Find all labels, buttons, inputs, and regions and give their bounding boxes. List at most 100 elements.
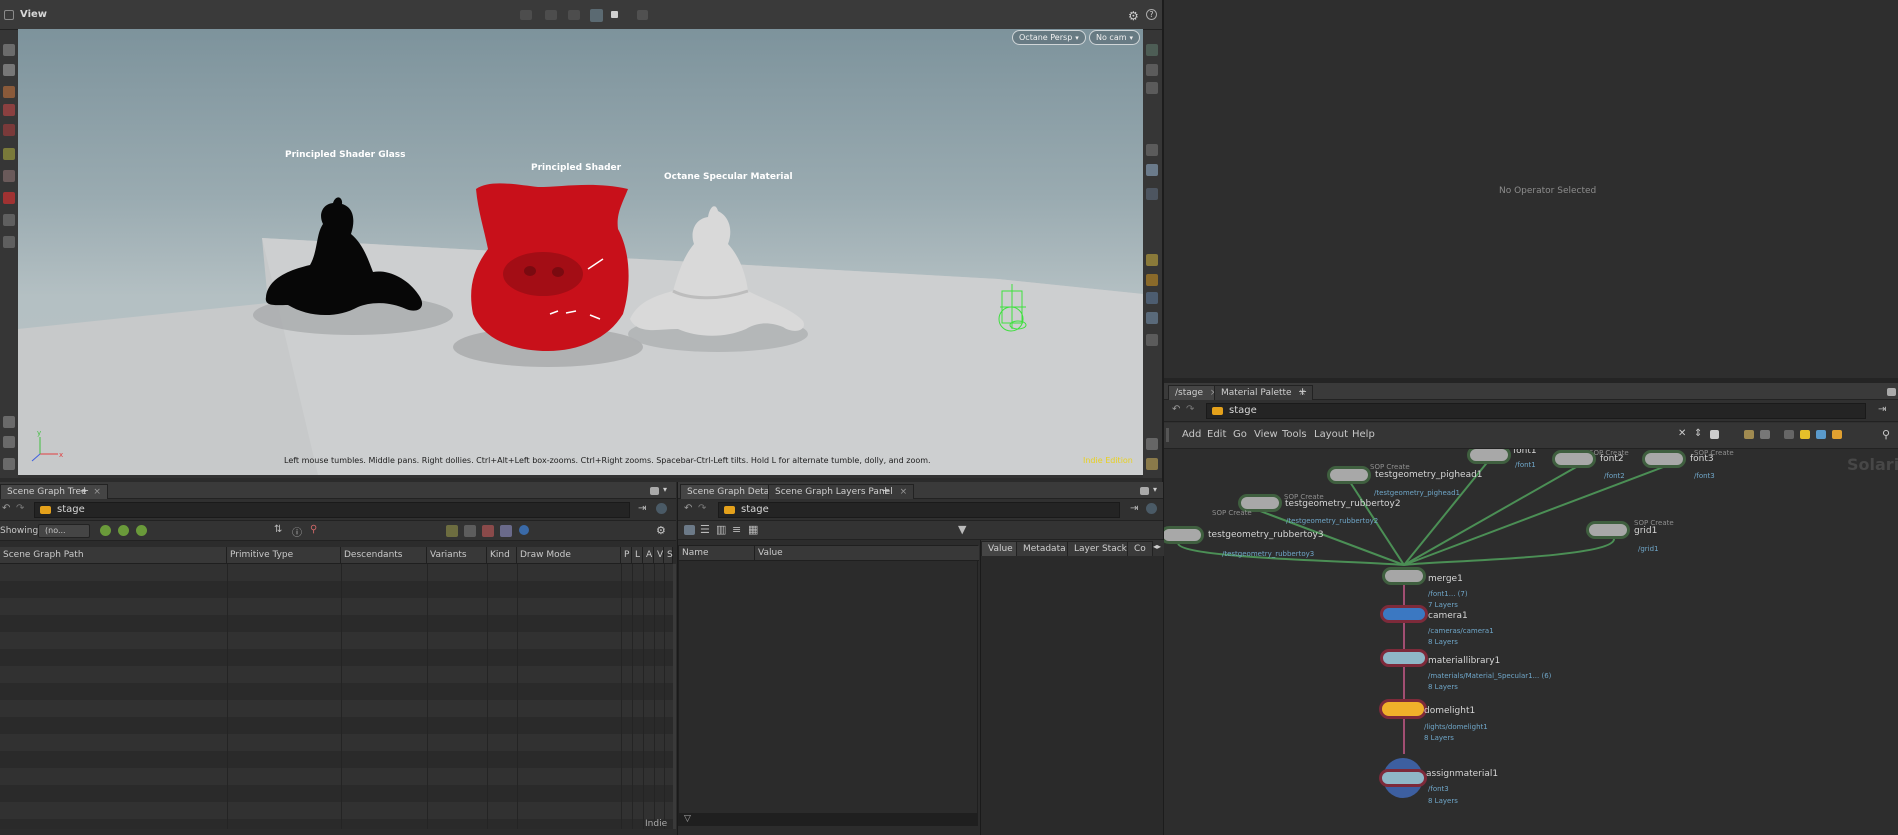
filter-add-icon[interactable] [118,525,129,536]
background-icon[interactable] [1146,312,1158,324]
ghost-icon[interactable] [1146,64,1158,76]
forward-icon[interactable]: ↷ [1186,404,1194,415]
tab-scroll-icon[interactable]: ◂▸ [1153,542,1161,551]
tree-row[interactable] [0,666,673,683]
pane-menu-icon[interactable]: ▾ [1153,485,1157,494]
network-editor[interactable]: Solaris font1 /font1 SOP Create font2 /f… [1164,449,1898,835]
showing-dropdown[interactable]: (no... [38,524,90,538]
pane-options-icon[interactable] [1887,388,1896,396]
viewport[interactable]: x y Principled Shader Glass Principled S… [18,29,1143,475]
pane-menu-icon[interactable]: ▾ [663,485,667,494]
col-s[interactable]: S [664,547,673,564]
filter-icon[interactable]: ▼ [958,523,966,536]
menu-help[interactable]: Help [1352,429,1375,440]
node-font3[interactable] [1642,450,1686,468]
tree-row[interactable] [0,751,673,768]
node-matlib[interactable] [1380,649,1428,667]
tree-row[interactable] [0,581,673,598]
tree-row[interactable] [0,598,673,615]
node-pighead[interactable] [1327,466,1371,484]
col-value[interactable]: Value [755,546,979,561]
tree-view-icon[interactable] [684,525,695,535]
shadow-icon[interactable] [1146,292,1158,304]
lock-icon[interactable] [3,64,15,76]
gear-icon[interactable]: ⚙ [1128,9,1139,23]
add-tab-icon[interactable]: + [1298,385,1307,398]
close-icon[interactable]: × [900,487,908,497]
tree-row[interactable] [0,717,673,734]
col-v[interactable]: V [654,547,664,564]
list-mode-icon[interactable] [1744,430,1754,439]
info-icon[interactable] [1146,438,1158,450]
menu-add[interactable]: Add [1182,429,1201,440]
forward-icon[interactable]: ↷ [698,503,706,514]
pane-options-icon[interactable] [1140,487,1149,495]
col-variants[interactable]: Variants [427,547,487,564]
view-mode-4-icon[interactable] [500,525,512,537]
tree-mode-icon[interactable] [1760,430,1770,439]
pin-icon[interactable]: ⇥ [1130,503,1138,514]
gear-icon[interactable]: ⚙ [656,524,666,537]
lock-camera-icon[interactable] [1146,82,1158,94]
search-icon[interactable]: ⚲ [1882,428,1890,441]
vis-icon[interactable] [1146,144,1158,156]
wrench-icon[interactable]: ✕ [1678,428,1686,439]
network-path-field[interactable]: stage [1206,403,1866,419]
node-font2[interactable] [1552,450,1596,468]
col-p[interactable]: P [621,547,632,564]
menu-view[interactable]: View [1254,429,1278,440]
light-tool-icon[interactable] [3,170,15,182]
palette-icon[interactable] [1832,430,1842,439]
back-icon[interactable]: ↶ [1172,404,1180,415]
display-flag-icon[interactable] [3,416,15,428]
view-mode-1-icon[interactable] [446,525,458,537]
col-draw-mode[interactable]: Draw Mode [517,547,621,564]
note-icon[interactable] [1710,430,1719,439]
col-l[interactable]: L [632,547,643,564]
tree-row[interactable] [0,564,673,581]
display-options-icon[interactable] [1146,44,1158,56]
col-a[interactable]: A [643,547,654,564]
node-font1[interactable] [1467,449,1511,464]
close-icon[interactable]: × [93,487,101,497]
filter-remove-icon[interactable] [136,525,147,536]
texture-icon[interactable] [1146,254,1158,266]
col-descendants[interactable]: Descendants [341,547,427,564]
shade-icon[interactable] [1146,188,1158,200]
rows-view-icon[interactable]: ≡ [732,523,741,536]
node-domelight[interactable] [1379,699,1427,719]
camera-dropdown[interactable]: No cam ▾ [1089,30,1141,45]
tree-scrollbar[interactable] [673,564,676,829]
info-icon[interactable]: ⓘ [292,524,302,539]
rotate-tool-icon[interactable] [3,104,15,116]
menu-edit[interactable]: Edit [1207,429,1226,440]
tab-metadata[interactable]: Metadata [1016,541,1073,556]
layout-icon[interactable] [1146,458,1158,470]
tree-row[interactable] [0,819,673,829]
list-view-icon[interactable]: ☰ [700,523,710,536]
filter-icon[interactable]: ▽ [684,814,691,824]
tree-row[interactable] [0,683,673,700]
magnet-icon[interactable] [3,192,15,204]
record-icon[interactable] [611,11,618,18]
pane-menu-icon[interactable] [4,10,14,20]
sort-icon[interactable]: ⇅ [274,524,282,535]
add-tab-icon[interactable]: + [881,484,890,497]
pin-icon[interactable]: ⇥ [638,503,646,514]
pose-tool-icon[interactable] [3,148,15,160]
select-mode-icon[interactable] [520,10,532,20]
tab-layer-stack[interactable]: Layer Stack [1067,541,1134,556]
details-path-field[interactable]: stage [718,502,1120,518]
pin-icon[interactable]: ⇥ [1878,404,1886,415]
columns-view-icon[interactable]: ▥ [716,523,726,536]
snapshot-icon[interactable] [637,10,648,20]
node-grid1[interactable] [1586,521,1630,539]
col-primitive-type[interactable]: Primitive Type [227,547,341,564]
wire-icon[interactable] [1146,164,1158,176]
back-icon[interactable]: ↶ [2,503,10,514]
render-flag-icon[interactable] [3,436,15,448]
forward-icon[interactable]: ↷ [16,503,24,514]
menu-go[interactable]: Go [1233,429,1247,440]
tab-composition[interactable]: Co [1127,541,1153,556]
col-kind[interactable]: Kind [487,547,517,564]
